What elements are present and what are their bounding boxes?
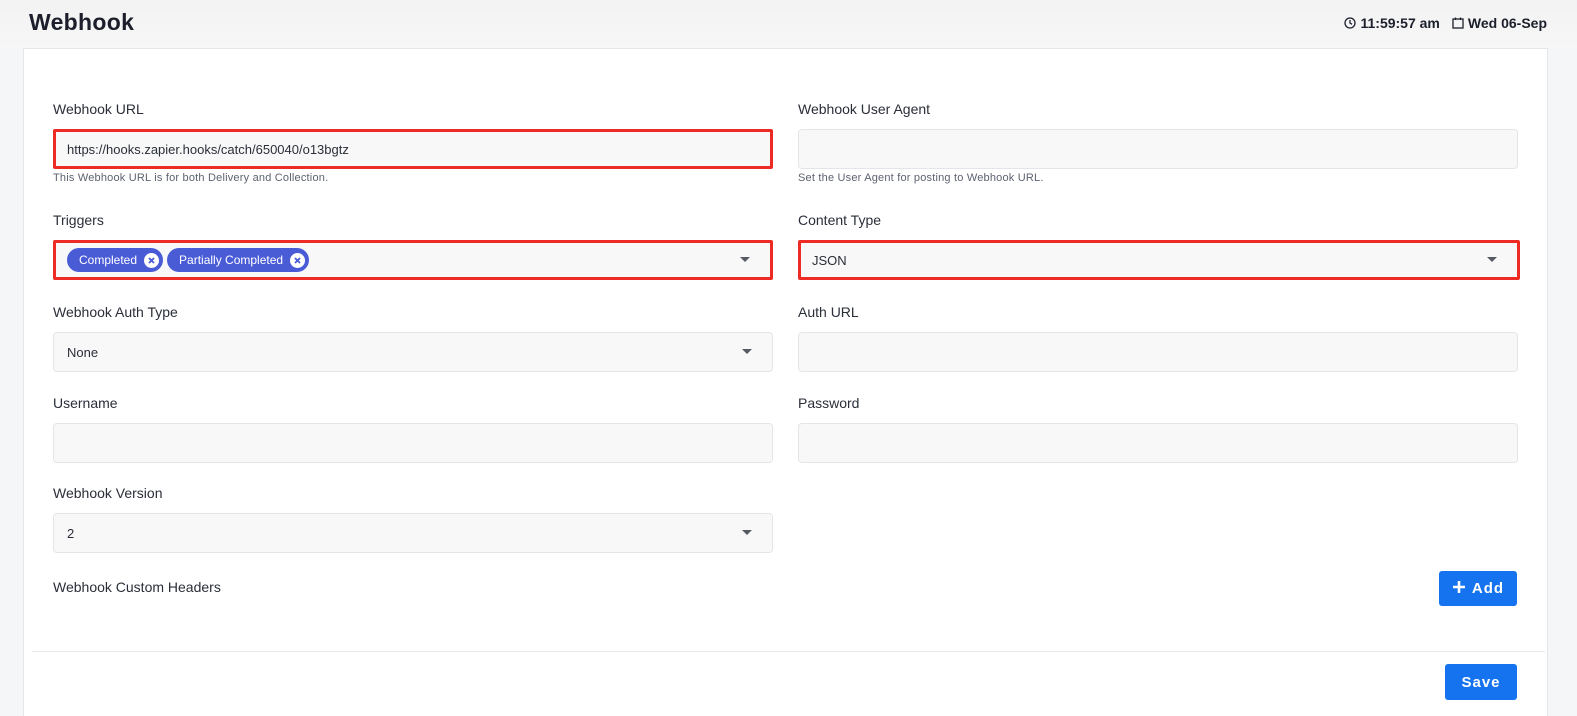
auth-type-field: Webhook Auth Type None [53,302,773,372]
clock-icon [1344,17,1357,29]
user-agent-input[interactable] [798,129,1518,169]
auth-url-input[interactable] [798,332,1518,372]
chevron-down-icon [742,530,752,535]
current-date: Wed 06-Sep [1467,15,1547,31]
content-type-label: Content Type [798,212,882,228]
webhook-url-input[interactable]: https://hooks.zapier.hooks/catch/650040/… [53,129,773,169]
webhook-url-label: Webhook URL [53,101,144,117]
triggers-select[interactable]: Completed Partially Completed [53,240,773,280]
user-agent-field: Webhook User Agent Set the User Agent fo… [798,99,1518,184]
version-select[interactable]: 2 [53,513,773,553]
auth-url-field: Auth URL [798,302,1518,372]
version-value: 2 [67,525,75,541]
webhook-url-help: This Webhook URL is for both Delivery an… [53,172,329,184]
footer-divider [32,651,1545,652]
webhook-url-value: https://hooks.zapier.hooks/catch/650040/… [67,141,349,157]
version-label: Webhook Version [53,485,163,501]
auth-type-label: Webhook Auth Type [53,304,178,320]
username-input[interactable] [53,423,773,463]
datetime-display: 11:59:57 am Wed 06-Sep [1344,15,1547,31]
current-time: 11:59:57 am [1360,15,1440,31]
triggers-field: Triggers Completed Partially Completed [53,210,773,280]
save-label: Save [1461,673,1501,691]
save-button[interactable]: Save [1445,664,1517,700]
password-field: Password [798,393,1518,463]
user-agent-help: Set the User Agent for posting to Webhoo… [798,172,1044,184]
username-label: Username [53,395,118,411]
webhook-settings-card: Webhook URL https://hooks.zapier.hooks/c… [23,48,1548,716]
password-label: Password [798,395,860,411]
plus-icon [1452,580,1466,598]
chevron-down-icon [742,349,752,354]
add-header-label: Add [1471,580,1505,597]
username-field: Username [53,393,773,463]
chevron-down-icon [1487,257,1497,262]
top-bar: Webhook 11:59:57 am Wed 06-Sep [0,0,1577,48]
auth-type-value: None [67,344,99,360]
remove-chip-icon[interactable] [290,252,306,268]
triggers-label: Triggers [53,212,104,228]
auth-type-select[interactable]: None [53,332,773,372]
trigger-chip-partially-completed: Partially Completed [167,248,310,272]
trigger-chip-label: Partially Completed [179,253,284,267]
calendar-icon [1452,17,1464,29]
trigger-chip-label: Completed [79,253,138,267]
add-header-button[interactable]: Add [1439,571,1517,606]
content-type-select[interactable]: JSON [798,240,1520,280]
content-type-value: JSON [812,252,847,268]
auth-url-label: Auth URL [798,304,859,320]
content-type-field: Content Type JSON [798,210,1520,280]
trigger-chip-completed: Completed [67,248,164,272]
password-input[interactable] [798,423,1518,463]
user-agent-label: Webhook User Agent [798,101,931,117]
webhook-url-field: Webhook URL https://hooks.zapier.hooks/c… [53,99,773,184]
version-field: Webhook Version 2 [53,483,773,553]
page-title: Webhook [29,9,135,35]
remove-chip-icon[interactable] [144,252,160,268]
chevron-down-icon [740,257,750,262]
custom-headers-label: Webhook Custom Headers [53,579,221,595]
